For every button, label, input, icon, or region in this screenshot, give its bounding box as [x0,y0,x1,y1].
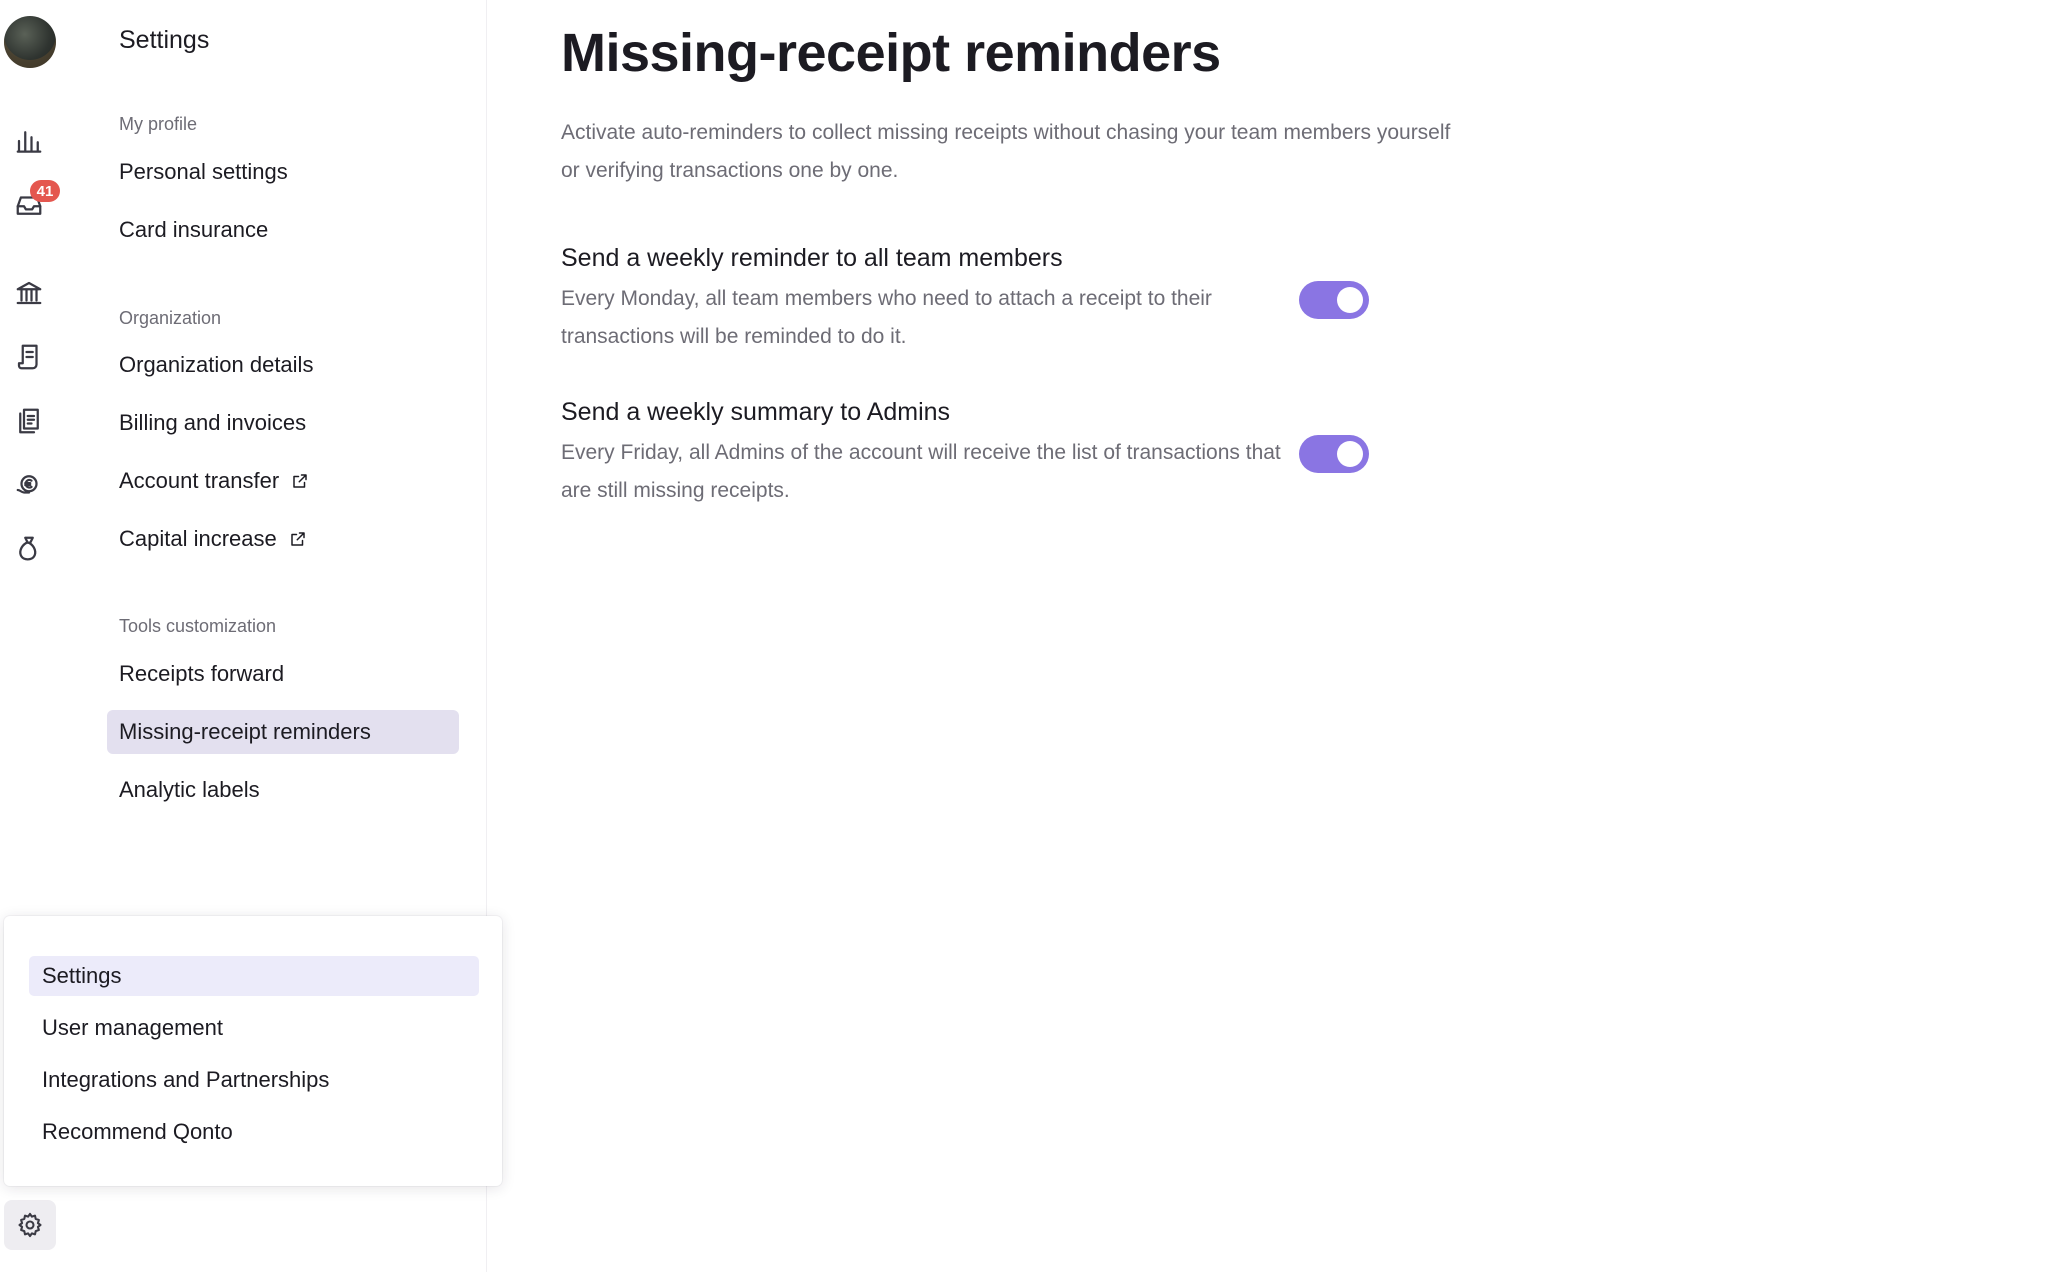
nav-item-label: Receipts forward [119,661,285,686]
gear-icon [16,1211,44,1239]
menu-item-settings[interactable]: Settings [29,956,479,996]
weekly-summary-toggle[interactable] [1299,435,1369,473]
nav-item-label: Capital increase [119,526,277,551]
receipt-icon[interactable] [12,340,46,374]
external-link-icon [289,530,307,548]
organization-avatar[interactable] [4,16,56,68]
option-description: Every Monday, all team members who need … [561,287,1212,348]
settings-popover-menu: Settings User management Integrations an… [4,916,502,1186]
nav-item-label: Organization details [119,352,314,377]
nav-item-label: Card insurance [119,217,269,242]
nav-item-account-transfer[interactable]: Account transfer [107,459,459,503]
nav-item-billing-invoices[interactable]: Billing and invoices [107,401,459,445]
nav-item-label: Billing and invoices [119,410,307,435]
nav-item-card-insurance[interactable]: Card insurance [107,208,459,252]
external-link-icon [291,472,309,490]
menu-item-recommend-qonto[interactable]: Recommend Qonto [29,1112,479,1152]
nav-item-analytic-labels[interactable]: Analytic labels [107,768,459,812]
settings-button[interactable] [4,1200,56,1250]
nav-item-capital-increase[interactable]: Capital increase [107,517,459,561]
nav-item-receipts-forward[interactable]: Receipts forward [107,652,459,696]
nav-item-label: Personal settings [119,159,288,184]
page-intro: Activate auto-reminders to collect missi… [561,121,1451,182]
documents-icon[interactable] [12,404,46,438]
section-my-profile: My profile [119,114,198,134]
euro-hand-icon[interactable] [12,468,46,502]
bar-chart-icon[interactable] [12,124,46,158]
menu-item-integrations[interactable]: Integrations and Partnerships [29,1060,479,1100]
nav-title: Settings [119,26,210,54]
option-title: Send a weekly summary to Admins [561,398,951,426]
nav-item-organization-details[interactable]: Organization details [107,343,459,387]
menu-item-user-management[interactable]: User management [29,1008,479,1048]
nav-item-label: Analytic labels [119,777,260,802]
nav-item-label: Account transfer [119,468,280,493]
option-description: Every Friday, all Admins of the account … [561,441,1281,502]
nav-item-label: Missing-receipt reminders [119,719,371,744]
money-bag-icon[interactable] [12,532,46,566]
weekly-reminder-toggle[interactable] [1299,281,1369,319]
section-tools-customization: Tools customization [119,616,277,636]
toggle-knob [1337,287,1363,313]
nav-item-missing-receipt-reminders[interactable]: Missing-receipt reminders [107,710,459,754]
page-title: Missing-receipt reminders [561,23,1221,83]
option-title: Send a weekly reminder to all team membe… [561,244,1063,272]
nav-item-personal-settings[interactable]: Personal settings [107,150,459,194]
notification-badge: 41 [30,180,60,202]
section-organization: Organization [119,308,222,328]
toggle-knob [1337,441,1363,467]
bank-icon[interactable] [12,276,46,310]
